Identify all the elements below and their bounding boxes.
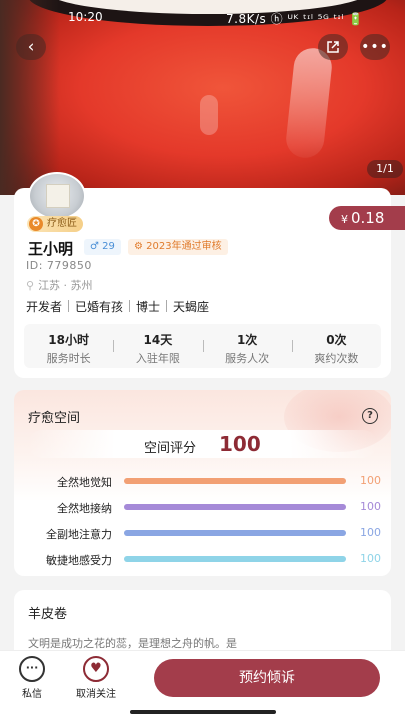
location-pin-icon: ⚲ bbox=[26, 279, 35, 292]
price-value: 0.18 bbox=[351, 209, 385, 227]
parchment-text: 文明是成功之花的蕊，是理想之舟的帆。是 bbox=[28, 637, 237, 650]
help-icon[interactable]: ? bbox=[362, 408, 378, 424]
metric-bar-fill bbox=[124, 478, 346, 484]
metric-track bbox=[124, 530, 346, 536]
unfollow-button[interactable]: ♥ 取消关注 bbox=[70, 656, 122, 700]
more-dots-icon: ••• bbox=[361, 39, 389, 55]
metric-label: 全然地觉知 bbox=[57, 476, 112, 489]
stat-no-show: 0次 爽约次数 bbox=[291, 324, 381, 368]
metric-label: 全副地注意力 bbox=[46, 528, 112, 541]
location: ⚲ 江苏 · 苏州 bbox=[26, 277, 93, 293]
metric-track bbox=[124, 504, 346, 510]
share-icon bbox=[327, 41, 339, 53]
more-button[interactable]: ••• bbox=[360, 34, 390, 60]
gender-age-badge: ♂ 29 bbox=[84, 239, 121, 255]
price-currency: ¥ bbox=[341, 213, 348, 226]
profile-tags: 开发者 已婚有孩 博士 天蝎座 bbox=[26, 298, 209, 315]
metric-value: 100 bbox=[360, 500, 381, 513]
status-bar: 10:20 7.8K/s ⓗ ᵁᴷ ᵗᶦˡ ⁵ᴳ ᵗᶦˡ 🔋 bbox=[0, 8, 405, 28]
message-button[interactable]: ··· 私信 bbox=[12, 656, 52, 700]
stat-value: 14天 bbox=[143, 333, 173, 347]
metric-bar-fill bbox=[124, 530, 346, 536]
score-pill bbox=[28, 430, 377, 458]
status-network: 7.8K/s ⓗ ᵁᴷ ᵗᶦˡ ⁵ᴳ ᵗᶦˡ 🔋 bbox=[226, 12, 364, 26]
metric-bar-fill bbox=[124, 504, 346, 510]
user-id: ID: 779850 bbox=[26, 259, 92, 272]
score-label: 空间评分 bbox=[144, 441, 197, 456]
pot-highlight bbox=[284, 46, 334, 160]
image-counter: 1/1 bbox=[367, 160, 403, 178]
message-label: 私信 bbox=[22, 689, 42, 700]
tag: 已婚有孩 bbox=[75, 300, 124, 314]
price-tag: ¥0.18 bbox=[329, 206, 405, 230]
verified-badge: ⚙ 2023年通过审核 bbox=[128, 239, 228, 255]
photo-shadow bbox=[0, 0, 60, 195]
metric-value: 100 bbox=[360, 526, 381, 539]
stat-label: 服务时长 bbox=[46, 352, 91, 365]
hero-photo bbox=[0, 0, 405, 195]
avatar[interactable] bbox=[28, 172, 86, 220]
stat-service-hours: 18小时 服务时长 bbox=[24, 324, 113, 368]
stats-panel: 18小时 服务时长 14天 入驻年限 1次 服务人次 0次 爽约次数 bbox=[24, 324, 381, 368]
back-button[interactable]: ‹ bbox=[16, 34, 46, 60]
metric-value: 100 bbox=[360, 552, 381, 565]
healing-space-title: 疗愈空间 bbox=[28, 411, 81, 426]
tag-divider bbox=[129, 300, 131, 312]
metric-label: 全然地接纳 bbox=[57, 502, 112, 515]
stat-value: 0次 bbox=[326, 333, 347, 347]
stat-value: 18小时 bbox=[48, 333, 89, 347]
stat-label: 爽约次数 bbox=[314, 352, 359, 365]
parchment-title: 羊皮卷 bbox=[28, 607, 68, 622]
tag-divider bbox=[68, 300, 70, 312]
chat-bubble-icon: ··· bbox=[19, 656, 45, 682]
score-value: 100 bbox=[219, 432, 261, 456]
stat-value: 1次 bbox=[236, 333, 258, 347]
metric-value: 100 bbox=[360, 474, 381, 487]
metric-label: 敏捷地感受力 bbox=[46, 554, 112, 567]
stat-label: 入驻年限 bbox=[135, 352, 180, 365]
level-badge-label: 疗愈匠 bbox=[47, 218, 77, 229]
stat-join-days: 14天 入驻年限 bbox=[113, 324, 202, 368]
user-name: 王小明 bbox=[28, 240, 74, 258]
status-time: 10:20 bbox=[68, 10, 103, 24]
tag: 天蝎座 bbox=[173, 300, 210, 314]
chevron-left-icon: ‹ bbox=[27, 37, 35, 57]
tag: 开发者 bbox=[26, 300, 63, 314]
metric-bar-fill bbox=[124, 556, 346, 562]
metric-track bbox=[124, 478, 346, 484]
stat-label: 服务人次 bbox=[225, 352, 270, 365]
level-badge: ✪ 疗愈匠 bbox=[27, 216, 83, 232]
medal-icon: ✪ bbox=[29, 217, 43, 231]
tag: 博士 bbox=[136, 300, 161, 314]
home-indicator bbox=[130, 710, 276, 714]
verified-icon: ⚙ bbox=[134, 241, 147, 252]
location-text: 江苏 · 苏州 bbox=[38, 279, 93, 292]
stat-service-count: 1次 服务人次 bbox=[202, 324, 292, 368]
heart-icon: ♥ bbox=[83, 656, 109, 682]
metric-track bbox=[124, 556, 346, 562]
verified-text: 2023年通过审核 bbox=[146, 241, 222, 252]
avatar-image bbox=[46, 184, 70, 208]
unfollow-label: 取消关注 bbox=[76, 689, 116, 700]
tag-divider bbox=[166, 300, 168, 312]
share-button[interactable] bbox=[318, 34, 348, 60]
pot-highlight-small bbox=[200, 95, 218, 135]
book-session-button[interactable]: 预约倾诉 bbox=[154, 659, 380, 697]
